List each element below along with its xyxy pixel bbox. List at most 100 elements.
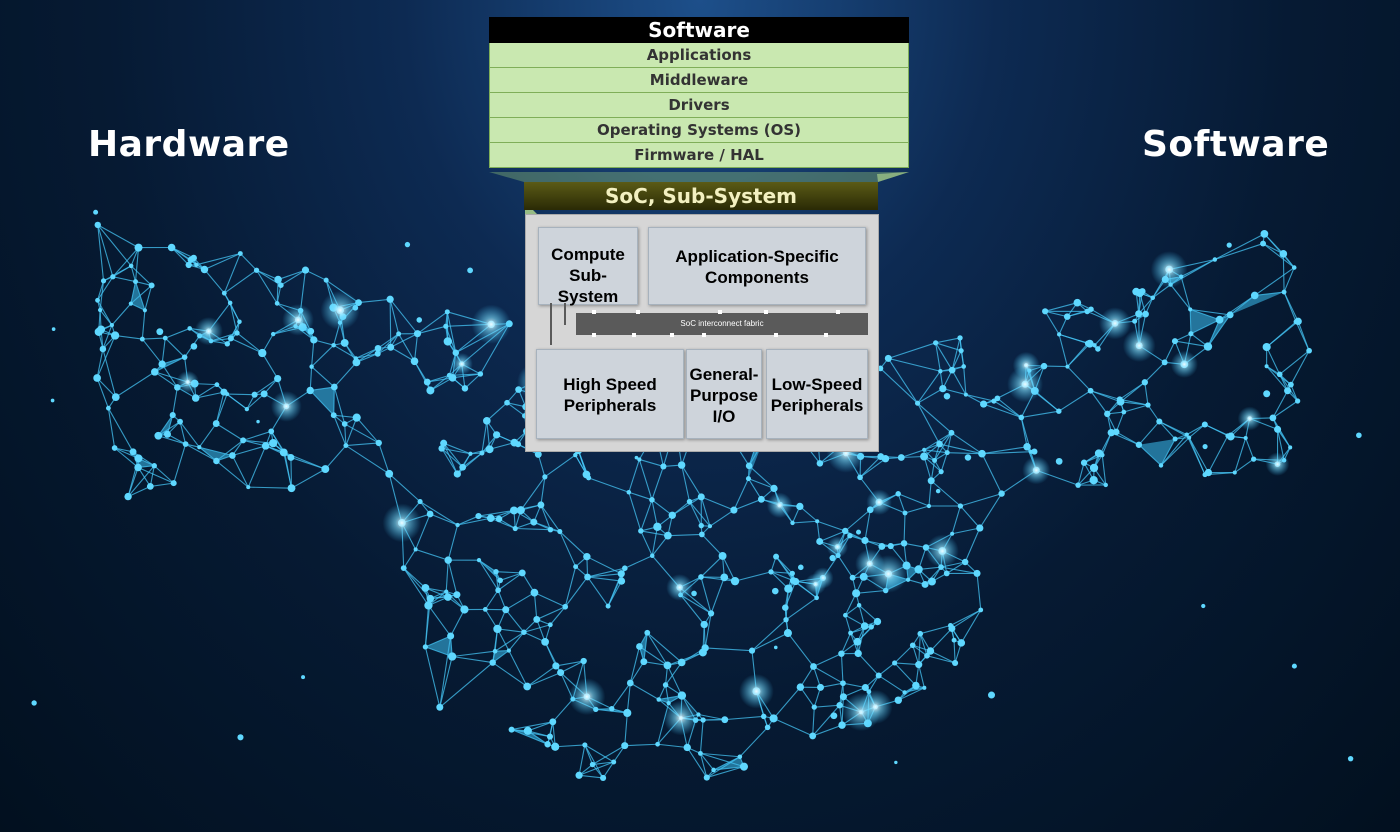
- network-node: [330, 412, 337, 419]
- network-node: [493, 568, 499, 575]
- network-node: [623, 708, 632, 718]
- network-node: [146, 482, 154, 490]
- network-node: [1279, 250, 1288, 258]
- network-node: [1132, 287, 1141, 296]
- network-edge: [586, 556, 622, 575]
- network-node: [961, 558, 969, 566]
- network-edge: [857, 653, 880, 676]
- network-edge: [953, 640, 956, 664]
- network-node: [94, 221, 101, 229]
- floating-node: [797, 564, 804, 571]
- network-node: [1023, 443, 1031, 451]
- network-node: [626, 489, 632, 495]
- network-node: [978, 449, 986, 458]
- floating-node: [467, 267, 473, 274]
- network-node: [240, 437, 247, 444]
- network-node: [492, 648, 498, 654]
- network-edge: [935, 337, 961, 344]
- network-edge: [447, 524, 459, 561]
- network-node: [782, 604, 789, 611]
- network-node: [530, 588, 539, 597]
- network-node: [268, 428, 275, 435]
- floating-node: [51, 327, 56, 331]
- network-node: [730, 506, 738, 514]
- network-node: [847, 533, 853, 539]
- network-edge: [534, 592, 566, 608]
- network-node: [1040, 362, 1048, 370]
- network-node: [1201, 421, 1208, 428]
- network-edge: [629, 661, 645, 684]
- network-node: [848, 630, 854, 636]
- network-glow: [450, 352, 473, 376]
- network-edge: [858, 604, 878, 622]
- network-node: [849, 574, 856, 581]
- network-node: [1084, 308, 1091, 315]
- network-edge: [447, 559, 458, 595]
- network-node: [653, 522, 662, 532]
- network-node: [477, 371, 484, 377]
- network-node: [443, 337, 453, 346]
- network-node: [932, 457, 938, 463]
- network-node: [943, 570, 950, 577]
- network-edge: [917, 402, 941, 445]
- network-node: [1121, 409, 1127, 415]
- network-node: [1226, 311, 1234, 319]
- network-node: [169, 412, 176, 419]
- layer-firmware-hal: Firmware / HAL: [489, 143, 909, 168]
- network-node: [301, 266, 310, 274]
- network-node: [698, 574, 704, 580]
- network-node: [861, 536, 869, 545]
- network-node: [221, 290, 227, 296]
- network-node: [622, 565, 628, 571]
- floating-node: [943, 392, 951, 400]
- network-node: [644, 629, 651, 636]
- floating-node: [772, 587, 779, 595]
- network-glow: [1237, 406, 1262, 431]
- app-specific-block: Application-Specific Components: [648, 227, 866, 305]
- network-edge: [917, 388, 944, 404]
- network-edge: [1159, 421, 1190, 439]
- network-node: [424, 601, 433, 610]
- network-node: [502, 606, 510, 614]
- network-node: [877, 453, 885, 460]
- network-glow: [804, 573, 827, 595]
- network-node: [677, 461, 686, 469]
- network-node: [947, 622, 953, 629]
- network-node: [1145, 402, 1151, 408]
- network-node: [586, 475, 592, 481]
- network-glow: [1007, 366, 1044, 403]
- network-edge: [1058, 390, 1091, 412]
- network-node: [948, 366, 956, 374]
- compute-subsystem-label: Compute Sub-System: [551, 245, 625, 306]
- network-edge: [215, 423, 244, 441]
- network-edge: [324, 445, 347, 470]
- network-node: [453, 470, 461, 478]
- network-edge: [928, 480, 932, 507]
- network-node: [142, 308, 147, 313]
- network-node: [711, 767, 716, 773]
- floating-node: [634, 455, 639, 460]
- network-face: [130, 281, 145, 311]
- network-edge: [537, 454, 546, 478]
- network-edge: [144, 285, 153, 311]
- network-node: [707, 610, 715, 617]
- network-node: [902, 690, 907, 695]
- network-node: [485, 445, 494, 454]
- network-node: [444, 309, 450, 315]
- network-glow: [666, 574, 693, 601]
- network-node: [838, 650, 845, 657]
- network-node: [506, 648, 511, 653]
- network-edge: [699, 719, 704, 754]
- layer-drivers: Drivers: [489, 93, 909, 118]
- network-glow: [858, 689, 893, 725]
- network-node: [106, 405, 111, 411]
- network-node: [810, 663, 817, 670]
- network-node: [815, 519, 820, 524]
- compute-link: [550, 303, 552, 345]
- network-node: [212, 420, 220, 427]
- network-node: [852, 589, 861, 598]
- network-edge: [930, 650, 956, 664]
- network-edge: [559, 531, 588, 558]
- network-face: [425, 636, 453, 657]
- floating-node: [404, 241, 411, 248]
